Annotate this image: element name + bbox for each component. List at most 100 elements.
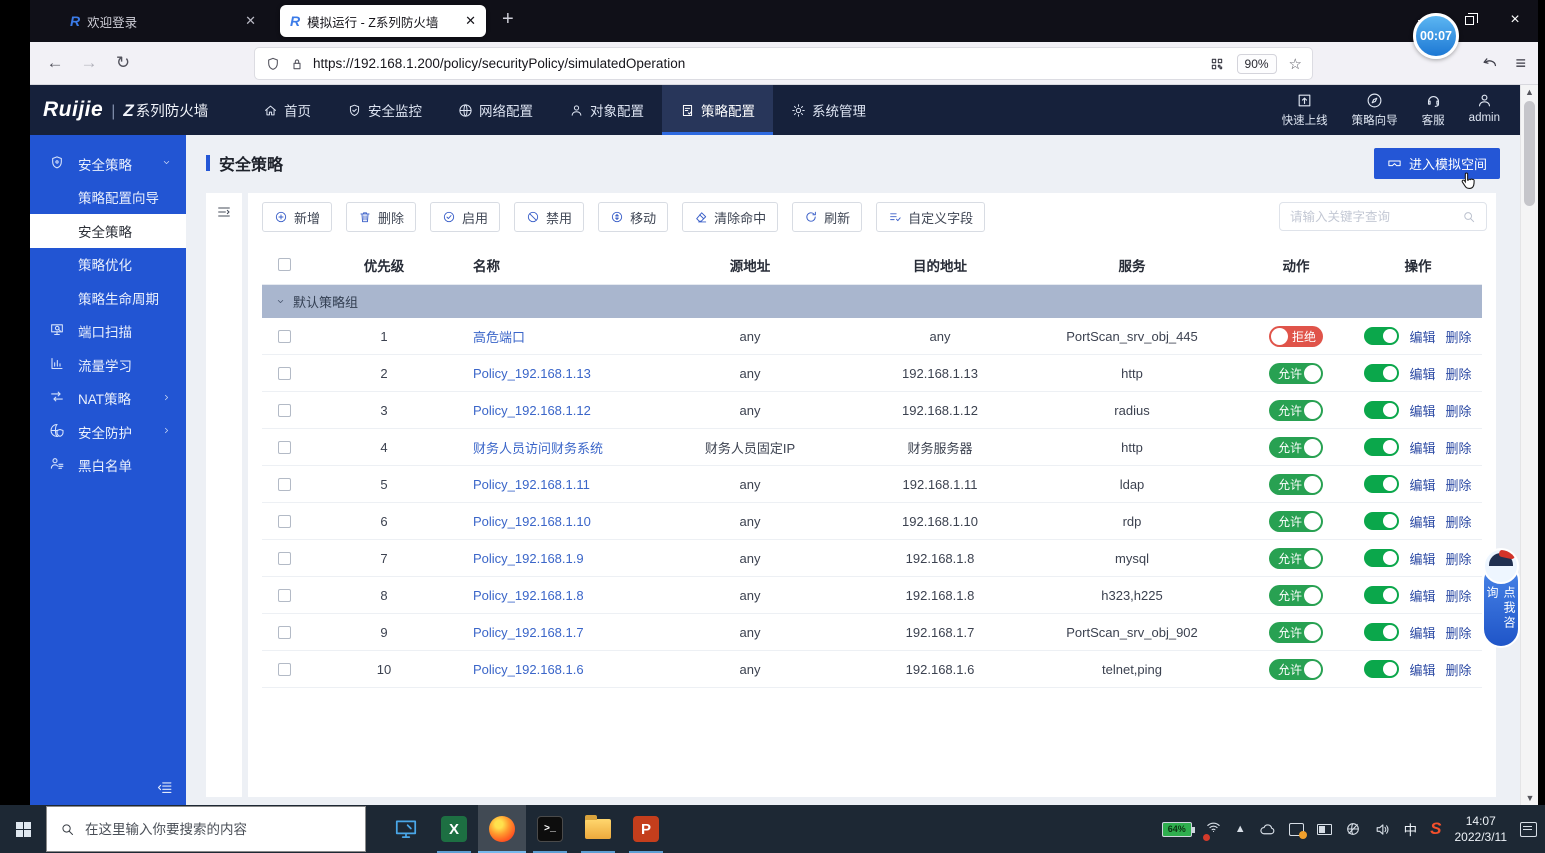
sidebar-item-5[interactable]: 端口扫描	[30, 315, 186, 349]
browser-tab[interactable]: R 欢迎登录 ✕	[60, 5, 266, 37]
toolbar-button-2[interactable]: 启用	[430, 202, 500, 232]
sidebar-item-2[interactable]: 安全策略	[30, 214, 186, 248]
speaker-icon[interactable]	[1374, 821, 1391, 838]
search-icon[interactable]	[1462, 210, 1476, 224]
taskbar-app-firefox[interactable]	[478, 805, 526, 853]
enable-toggle[interactable]	[1364, 623, 1399, 641]
start-button[interactable]	[0, 805, 46, 853]
nav-right-item-3[interactable]: admin	[1469, 92, 1500, 128]
policy-name-link[interactable]: Policy_192.168.1.7	[473, 625, 584, 640]
row-checkbox[interactable]	[278, 330, 291, 343]
delete-link[interactable]: 删除	[1446, 586, 1472, 605]
edit-link[interactable]: 编辑	[1409, 586, 1435, 605]
enable-toggle[interactable]	[1364, 438, 1399, 456]
toolbar-button-6[interactable]: 刷新	[792, 202, 862, 232]
display-icon[interactable]	[1317, 824, 1332, 835]
scroll-up-icon[interactable]: ▲	[1521, 85, 1538, 99]
undo-curl-icon[interactable]	[1480, 54, 1499, 73]
action-pill-allow[interactable]: 允许	[1269, 585, 1323, 606]
onedrive-cloud-icon[interactable]	[1259, 821, 1276, 838]
taskbar-app-file-explorer[interactable]	[574, 805, 622, 853]
sidebar-item-4[interactable]: 策略生命周期	[30, 281, 186, 315]
row-checkbox[interactable]	[278, 589, 291, 602]
action-pill-allow[interactable]: 允许	[1269, 437, 1323, 458]
sogou-input-icon[interactable]: S	[1430, 819, 1441, 839]
edit-link[interactable]: 编辑	[1409, 475, 1435, 494]
policy-name-link[interactable]: Policy_192.168.1.8	[473, 588, 584, 603]
new-tab-button[interactable]: +	[502, 8, 514, 31]
nav-right-item-1[interactable]: 策略向导	[1352, 92, 1398, 128]
policy-name-link[interactable]: 高危端口	[473, 327, 525, 346]
delete-link[interactable]: 删除	[1446, 549, 1472, 568]
edit-link[interactable]: 编辑	[1409, 549, 1435, 568]
url-bar[interactable]: https://192.168.1.200/policy/securityPol…	[255, 48, 1312, 79]
enable-toggle[interactable]	[1364, 512, 1399, 530]
sidebar-item-9[interactable]: 黑白名单	[30, 449, 186, 483]
taskbar-clock[interactable]: 14:07 2022/3/11	[1455, 813, 1508, 845]
page-scrollbar[interactable]: ▲ ▼	[1520, 85, 1538, 805]
enter-simulation-button[interactable]: 进入模拟空间	[1374, 148, 1500, 179]
row-checkbox[interactable]	[278, 626, 291, 639]
bookmark-star-icon[interactable]: ☆	[1289, 55, 1302, 73]
enable-toggle[interactable]	[1364, 475, 1399, 493]
toolbar-button-4[interactable]: 移动	[598, 202, 668, 232]
toolbar-button-5[interactable]: 清除命中	[682, 202, 778, 232]
search-input[interactable]	[1290, 210, 1462, 224]
menu-hamburger-icon[interactable]: ≡	[1515, 53, 1526, 74]
nav-item-1[interactable]: 安全监控	[329, 85, 440, 135]
enable-toggle[interactable]	[1364, 364, 1399, 382]
row-checkbox[interactable]	[278, 441, 291, 454]
edit-link[interactable]: 编辑	[1409, 660, 1435, 679]
scroll-down-icon[interactable]: ▼	[1521, 791, 1539, 805]
tab-close-icon[interactable]: ✕	[461, 13, 476, 29]
toolbar-button-3[interactable]: 禁用	[514, 202, 584, 232]
nav-item-2[interactable]: 网络配置	[440, 85, 551, 135]
action-pill-deny[interactable]: 拒绝	[1269, 326, 1323, 347]
qr-code-icon[interactable]	[1209, 56, 1225, 72]
action-pill-allow[interactable]: 允许	[1269, 659, 1323, 680]
back-icon[interactable]: ←	[38, 53, 72, 73]
edit-link[interactable]: 编辑	[1409, 438, 1435, 457]
nav-right-item-2[interactable]: 客服	[1422, 92, 1445, 128]
edit-link[interactable]: 编辑	[1409, 401, 1435, 420]
action-pill-allow[interactable]: 允许	[1269, 400, 1323, 421]
sidebar-item-8[interactable]: 安全防护	[30, 415, 186, 449]
forward-icon[interactable]: →	[72, 53, 106, 73]
nav-item-5[interactable]: 系统管理	[773, 85, 884, 135]
taskbar-app-powerpoint[interactable]: P	[622, 805, 670, 853]
nav-item-4[interactable]: 策略配置	[662, 85, 773, 135]
ime-indicator[interactable]: 中	[1404, 819, 1418, 839]
nav-item-3[interactable]: 对象配置	[551, 85, 662, 135]
network-globe-icon[interactable]	[1345, 821, 1361, 837]
select-all-checkbox[interactable]	[278, 258, 291, 271]
tab-close-icon[interactable]: ✕	[241, 13, 256, 29]
taskbar-search-input[interactable]	[85, 822, 352, 837]
action-pill-allow[interactable]: 允许	[1269, 548, 1323, 569]
delete-link[interactable]: 删除	[1446, 327, 1472, 346]
delete-link[interactable]: 删除	[1446, 475, 1472, 494]
phone-link-icon[interactable]	[1289, 823, 1304, 836]
consult-widget[interactable]: 点我咨询	[1480, 548, 1522, 650]
sidebar-item-1[interactable]: 策略配置向导	[30, 181, 186, 215]
edit-link[interactable]: 编辑	[1409, 327, 1435, 346]
enable-toggle[interactable]	[1364, 586, 1399, 604]
row-checkbox[interactable]	[278, 552, 291, 565]
battery-icon[interactable]: 64%	[1162, 822, 1192, 837]
policy-name-link[interactable]: Policy_192.168.1.10	[473, 514, 591, 529]
notification-center-icon[interactable]	[1520, 822, 1537, 837]
policy-name-link[interactable]: Policy_192.168.1.12	[473, 403, 591, 418]
row-checkbox[interactable]	[278, 663, 291, 676]
edit-link[interactable]: 编辑	[1409, 512, 1435, 531]
enable-toggle[interactable]	[1364, 401, 1399, 419]
scrollbar-thumb[interactable]	[1524, 101, 1535, 206]
nav-item-0[interactable]: 首页	[245, 85, 329, 135]
action-pill-allow[interactable]: 允许	[1269, 622, 1323, 643]
tracking-shield-icon[interactable]	[265, 56, 281, 72]
toolbar-button-1[interactable]: 删除	[346, 202, 416, 232]
edit-link[interactable]: 编辑	[1409, 364, 1435, 383]
panel-toggle-icon[interactable]	[216, 204, 232, 220]
delete-link[interactable]: 删除	[1446, 364, 1472, 383]
delete-link[interactable]: 删除	[1446, 401, 1472, 420]
sidebar-item-3[interactable]: 策略优化	[30, 248, 186, 282]
row-checkbox[interactable]	[278, 515, 291, 528]
